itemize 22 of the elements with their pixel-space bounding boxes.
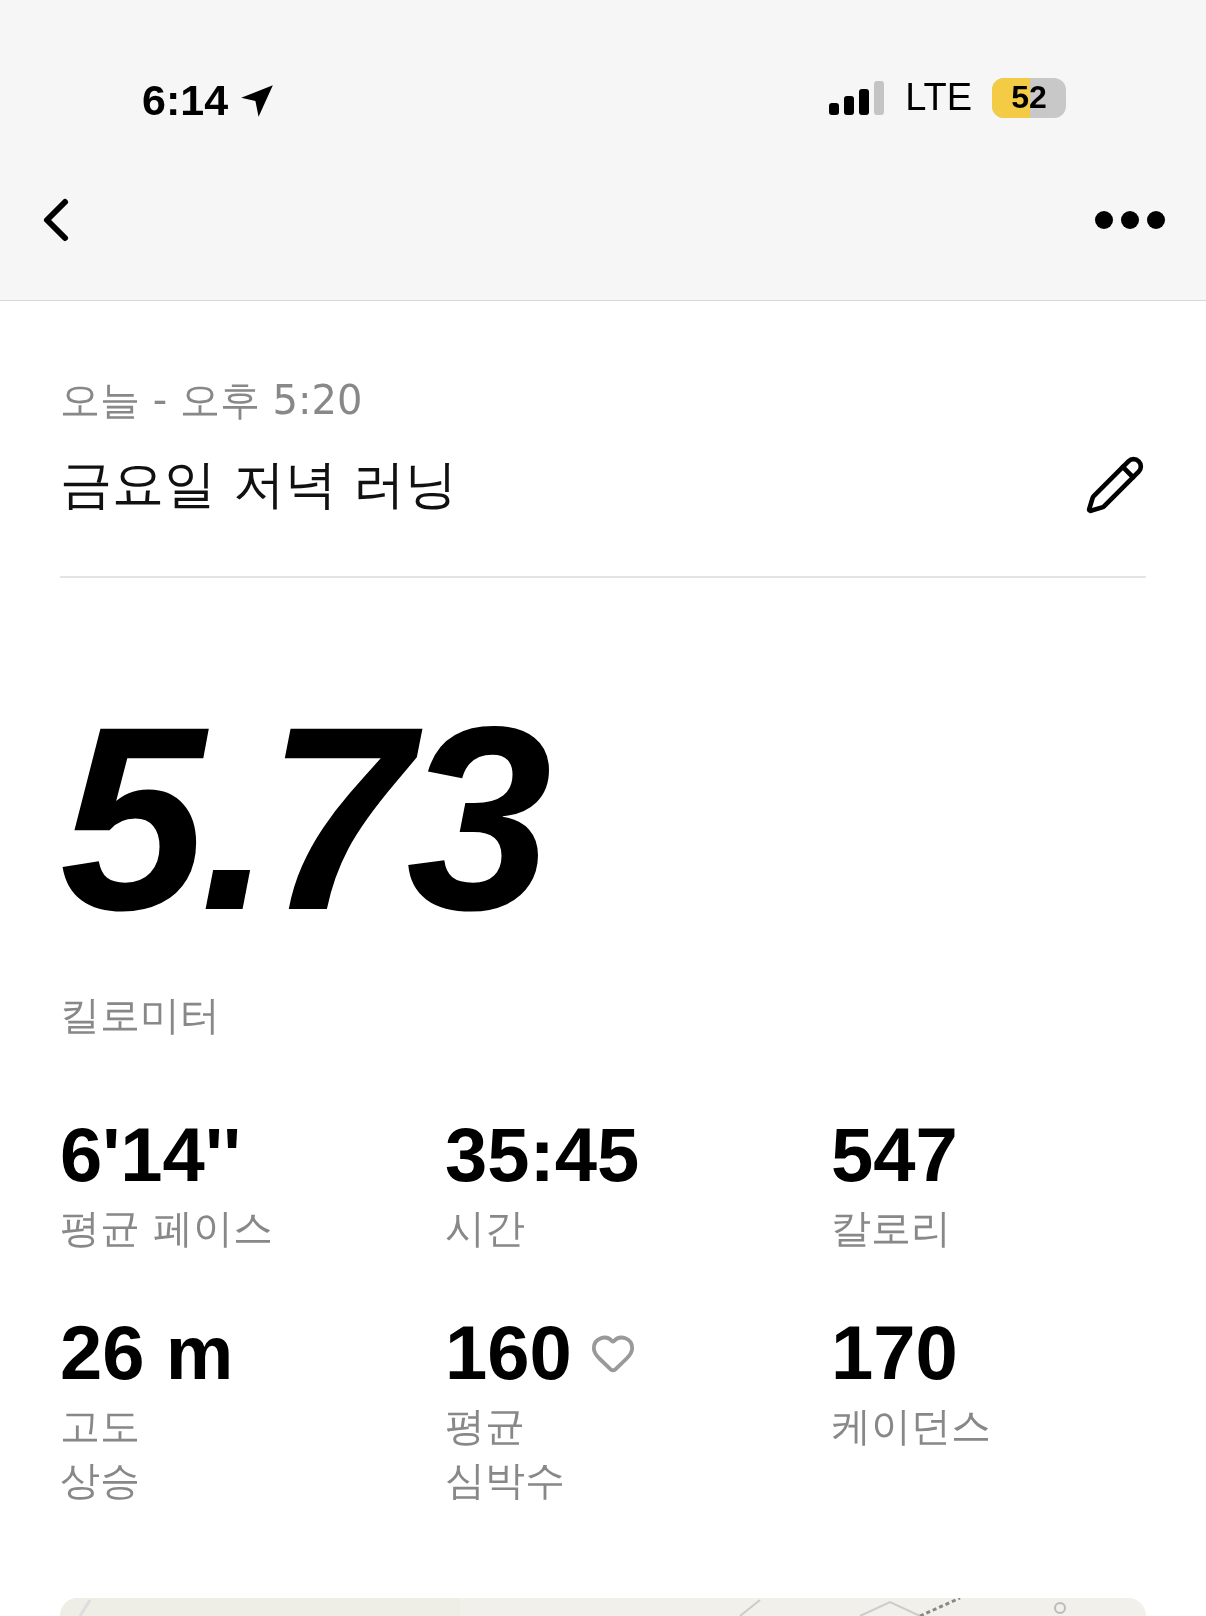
activity-title: 금요일 저녁 러닝 [60,453,458,516]
stat-label: 평균 심박수 [445,1401,566,1505]
network-label: LTE [905,76,972,119]
distance-value: 5.73 [60,688,548,950]
stat-value: 35:45 [445,1115,640,1195]
status-time: 6:14 [142,76,229,125]
stat-value: 170 [831,1312,958,1393]
signal-icon [829,80,886,115]
stat-label: 고도 상승 [60,1401,141,1505]
stat-value: 26 m [60,1312,234,1393]
edit-icon[interactable] [1084,454,1146,516]
stat-label: 시간 [445,1203,526,1253]
activity-datetime: 오늘 - 오후 5:20 [60,376,364,425]
battery-icon: 52 [992,77,1066,118]
stat-value: 547 [831,1115,958,1195]
stat-value: 160 [445,1312,572,1393]
more-icon[interactable] [1094,210,1166,230]
distance-unit: 킬로미터 [60,991,221,1040]
stat-label: 평균 페이스 [60,1203,274,1253]
stat-label: 칼로리 [831,1203,952,1253]
stat-value: 6'14'' [60,1115,242,1195]
stat-label: 케이던스 [831,1401,992,1451]
